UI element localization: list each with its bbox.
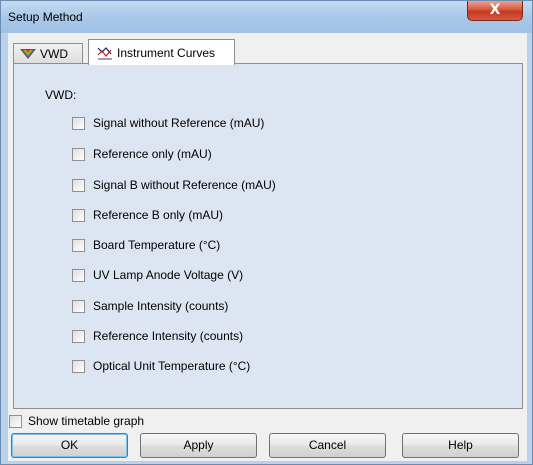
close-icon: X bbox=[489, 2, 501, 18]
checkbox-box[interactable] bbox=[72, 238, 85, 252]
show-timetable-graph-label: Show timetable graph bbox=[28, 414, 145, 428]
checkbox-signal-b-without-reference[interactable]: Signal B without Reference (mAU) bbox=[72, 176, 276, 194]
checkbox-board-temperature[interactable]: Board Temperature (°C) bbox=[72, 236, 220, 254]
checkbox-optical-unit-temperature[interactable]: Optical Unit Temperature (°C) bbox=[72, 357, 250, 375]
checkbox-label: Optical Unit Temperature (°C) bbox=[93, 359, 251, 373]
checkbox-box[interactable] bbox=[72, 208, 85, 222]
help-button[interactable]: Help bbox=[402, 433, 519, 458]
close-button[interactable]: X bbox=[467, 1, 523, 21]
checkbox-reference-only[interactable]: Reference only (mAU) bbox=[72, 145, 212, 163]
tab-vwd-label: VWD bbox=[40, 47, 68, 61]
checkbox-box[interactable] bbox=[9, 414, 22, 428]
vwd-section-label: VWD: bbox=[45, 88, 77, 102]
checkbox-box[interactable] bbox=[72, 359, 85, 373]
tab-instrument-curves-label: Instrument Curves bbox=[117, 45, 216, 60]
checkbox-label: Signal B without Reference (mAU) bbox=[93, 178, 276, 192]
checkbox-reference-b-only[interactable]: Reference B only (mAU) bbox=[72, 206, 223, 224]
show-timetable-graph-checkbox[interactable]: Show timetable graph bbox=[9, 412, 144, 430]
checkbox-box[interactable] bbox=[72, 147, 85, 161]
cancel-button[interactable]: Cancel bbox=[269, 433, 386, 458]
checkbox-signal-without-reference[interactable]: Signal without Reference (mAU) bbox=[72, 114, 264, 132]
setup-method-dialog: Setup Method X VWD Instrument Curves VWD… bbox=[0, 0, 533, 465]
apply-button[interactable]: Apply bbox=[140, 433, 257, 458]
tab-vwd[interactable]: VWD bbox=[13, 43, 83, 64]
tab-instrument-curves[interactable]: Instrument Curves bbox=[88, 39, 235, 65]
ok-button[interactable]: OK bbox=[11, 433, 128, 458]
checkbox-box[interactable] bbox=[72, 299, 85, 313]
checkbox-box[interactable] bbox=[72, 329, 85, 343]
checkbox-label: Sample Intensity (counts) bbox=[93, 299, 229, 313]
dialog-client-area: VWD Instrument Curves VWD: Signal withou… bbox=[8, 33, 527, 461]
checkbox-label: Reference Intensity (counts) bbox=[93, 329, 244, 343]
checkbox-label: Board Temperature (°C) bbox=[93, 238, 221, 252]
checkbox-sample-intensity[interactable]: Sample Intensity (counts) bbox=[72, 297, 228, 315]
vwd-prism-icon bbox=[20, 49, 36, 59]
checkbox-label: Reference B only (mAU) bbox=[93, 208, 224, 222]
checkbox-label: Reference only (mAU) bbox=[93, 147, 212, 161]
checkbox-label: Signal without Reference (mAU) bbox=[93, 116, 265, 130]
tab-strip: VWD Instrument Curves bbox=[13, 39, 523, 65]
checkbox-box[interactable] bbox=[72, 268, 85, 282]
checkbox-reference-intensity[interactable]: Reference Intensity (counts) bbox=[72, 327, 243, 345]
title-bar[interactable]: Setup Method X bbox=[1, 1, 532, 33]
checkbox-uv-lamp-anode-voltage[interactable]: UV Lamp Anode Voltage (V) bbox=[72, 266, 243, 284]
instrument-curves-icon bbox=[97, 46, 112, 59]
checkbox-box[interactable] bbox=[72, 116, 85, 130]
checkbox-label: UV Lamp Anode Voltage (V) bbox=[93, 268, 244, 282]
window-title: Setup Method bbox=[8, 10, 83, 24]
checkbox-box[interactable] bbox=[72, 178, 85, 192]
